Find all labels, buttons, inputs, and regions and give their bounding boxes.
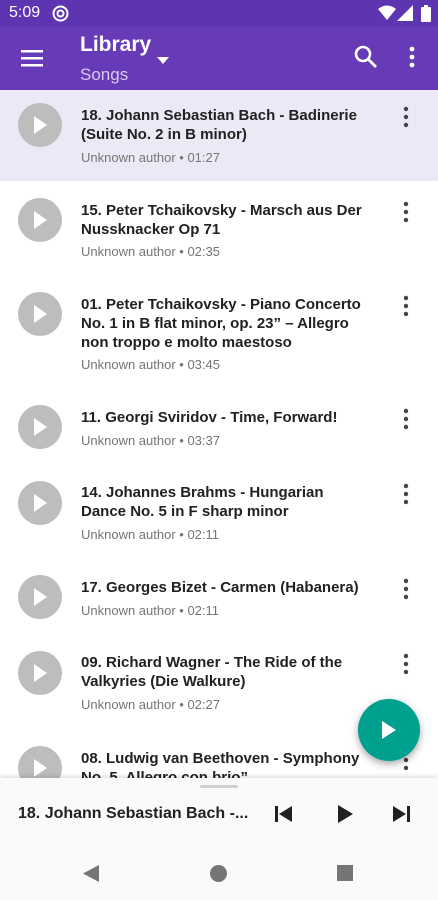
song-title: 11. Georgi Sviridov - Time, Forward! — [81, 409, 338, 426]
more-vert-icon[interactable] — [398, 106, 414, 128]
more-vert-icon[interactable] — [402, 45, 422, 69]
song-meta: Unknown author • 01:27 — [81, 150, 220, 165]
play-icon — [382, 721, 396, 739]
song-meta: Unknown author • 03:37 — [81, 433, 220, 448]
signal-icon — [397, 5, 413, 21]
play-icon[interactable] — [18, 198, 62, 242]
page-title: Library — [80, 33, 152, 56]
battery-icon — [421, 5, 431, 22]
song-title: 09. Richard Wagner - The Ride of the Val… — [81, 654, 343, 690]
song-row[interactable]: 14. Johannes Brahms - Hungarian Dance No… — [0, 466, 438, 561]
play-icon[interactable] — [18, 103, 62, 147]
more-vert-icon[interactable] — [398, 653, 414, 675]
mini-player[interactable]: 18. Johann Sebastian Bach -... — [0, 778, 438, 850]
song-row[interactable]: 18. Johann Sebastian Bach - Badinerie (S… — [0, 90, 438, 181]
skip-next-icon[interactable] — [391, 804, 411, 824]
play-all-fab[interactable] — [358, 699, 420, 761]
now-playing-title[interactable]: 18. Johann Sebastian Bach -... — [18, 805, 253, 823]
more-vert-icon[interactable] — [398, 201, 414, 223]
system-nav-bar — [0, 850, 438, 900]
skip-previous-icon[interactable] — [274, 804, 294, 824]
song-meta: Unknown author • 02:11 — [81, 527, 220, 542]
recents-icon[interactable] — [337, 865, 353, 881]
home-icon[interactable] — [210, 865, 227, 882]
song-meta: Unknown author • 02:35 — [81, 244, 220, 259]
more-vert-icon[interactable] — [398, 578, 414, 600]
song-title: 14. Johannes Brahms - Hungarian Dance No… — [81, 484, 324, 520]
play-icon[interactable] — [18, 651, 62, 695]
play-icon[interactable] — [18, 481, 62, 525]
app-bar: Library Songs — [0, 27, 438, 90]
song-title: 15. Peter Tchaikovsky - Marsch aus Der N… — [81, 202, 362, 238]
menu-icon[interactable] — [20, 46, 44, 70]
status-time: 5:09 — [9, 4, 41, 21]
more-vert-icon[interactable] — [398, 295, 414, 317]
more-vert-icon[interactable] — [398, 408, 414, 430]
back-icon[interactable] — [82, 864, 100, 883]
song-meta: Unknown author • 02:27 — [81, 697, 220, 712]
sync-icon — [52, 5, 69, 22]
song-title: 18. Johann Sebastian Bach - Badinerie (S… — [81, 107, 357, 143]
play-icon[interactable] — [18, 405, 62, 449]
song-row[interactable]: 17. Georges Bizet - Carmen (Habanera) Un… — [0, 561, 438, 636]
play-icon[interactable] — [336, 804, 354, 824]
chevron-down-icon[interactable] — [157, 57, 169, 65]
song-title: 08. Ludwig van Beethoven - Symphony No. … — [81, 750, 360, 778]
song-meta: Unknown author • 02:11 — [81, 603, 220, 618]
drag-handle[interactable] — [200, 785, 238, 788]
song-row[interactable]: 01. Peter Tchaikovsky - Piano Concerto N… — [0, 277, 438, 391]
song-title: 17. Georges Bizet - Carmen (Habanera) — [81, 579, 359, 596]
search-icon[interactable] — [353, 44, 379, 70]
wifi-icon — [378, 5, 396, 20]
play-icon[interactable] — [18, 575, 62, 619]
song-row[interactable]: 11. Georgi Sviridov - Time, Forward! Unk… — [0, 391, 438, 466]
song-list[interactable]: 18. Johann Sebastian Bach - Badinerie (S… — [0, 90, 438, 778]
play-icon[interactable] — [18, 292, 62, 336]
status-bar: 5:09 — [0, 0, 438, 27]
more-vert-icon[interactable] — [398, 483, 414, 505]
library-section-selector[interactable]: Songs — [80, 65, 128, 85]
song-title: 01. Peter Tchaikovsky - Piano Concerto N… — [81, 296, 361, 351]
song-meta: Unknown author • 03:45 — [81, 357, 220, 372]
song-row[interactable]: 15. Peter Tchaikovsky - Marsch aus Der N… — [0, 181, 438, 277]
play-icon[interactable] — [18, 746, 62, 778]
